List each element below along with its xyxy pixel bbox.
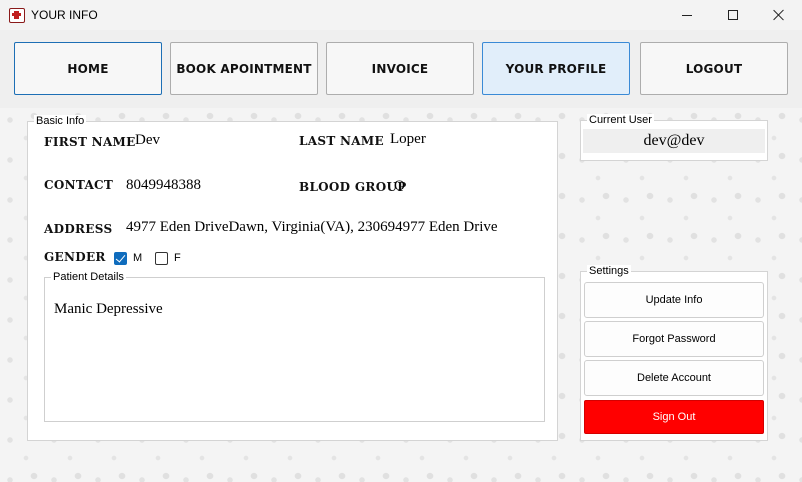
blood-group-label: BLOOD GROUP xyxy=(299,180,407,194)
patient-details-legend: Patient Details xyxy=(51,271,126,284)
gender-f-label: F xyxy=(174,252,181,264)
sign-out-button[interactable]: Sign Out xyxy=(584,400,764,434)
contact-label: CONTACT xyxy=(44,178,114,192)
settings-legend: Settings xyxy=(587,265,631,278)
gender-m-checkbox[interactable] xyxy=(114,252,127,265)
nav-your-profile-button[interactable]: YOUR PROFILE xyxy=(482,42,630,95)
forgot-password-button[interactable]: Forgot Password xyxy=(584,321,764,357)
title-bar: YOUR INFO xyxy=(0,0,802,30)
nav-book-appointment-button[interactable]: BOOK APOINTMENT xyxy=(170,42,318,95)
maximize-button[interactable] xyxy=(710,0,756,30)
current-user-field: dev@dev xyxy=(583,129,765,153)
blood-group-value: O xyxy=(394,178,405,194)
basic-info-legend: Basic Info xyxy=(34,115,87,128)
update-info-button[interactable]: Update Info xyxy=(584,282,764,318)
patient-details-value: Manic Depressive xyxy=(54,301,163,317)
top-nav: HOME BOOK APOINTMENT INVOICE YOUR PROFIL… xyxy=(0,30,802,108)
gender-label: GENDER xyxy=(44,250,106,264)
address-value: 4977 Eden DriveDawn, Virginia(VA), 23069… xyxy=(126,219,498,235)
minimize-icon xyxy=(682,14,692,16)
nav-home-button[interactable]: HOME xyxy=(14,42,162,95)
patient-details-textarea[interactable]: Patient Details Manic Depressive xyxy=(44,271,545,422)
close-button[interactable] xyxy=(756,0,802,30)
first-name-label: FIRST NAME xyxy=(44,135,136,149)
window-title: YOUR INFO xyxy=(31,8,98,22)
gender-m-label: M xyxy=(133,252,143,264)
last-name-value: Loper xyxy=(390,131,426,147)
delete-account-button[interactable]: Delete Account xyxy=(584,360,764,396)
address-label: ADDRESS xyxy=(44,222,113,236)
contact-value: 8049948388 xyxy=(126,177,201,193)
nav-logout-button[interactable]: LOGOUT xyxy=(640,42,788,95)
maximize-icon xyxy=(728,10,738,20)
medical-kit-icon xyxy=(9,8,25,23)
last-name-label: LAST NAME xyxy=(299,134,384,148)
first-name-value: Dev xyxy=(135,132,160,148)
current-user-legend: Current User xyxy=(587,114,654,127)
minimize-button[interactable] xyxy=(664,0,710,30)
close-icon xyxy=(773,9,785,21)
nav-invoice-button[interactable]: INVOICE xyxy=(326,42,474,95)
gender-f-checkbox[interactable] xyxy=(155,252,168,265)
